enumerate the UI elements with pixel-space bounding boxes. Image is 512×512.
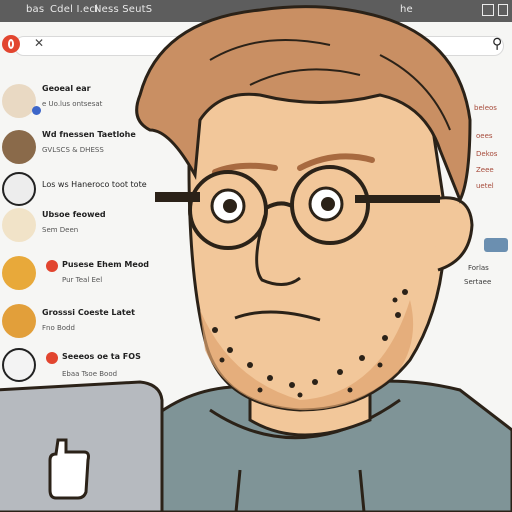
pupil-right bbox=[321, 197, 335, 211]
app-window: bas Cdel I.ecl Ness SeutS he ✕ ⚲ Geoeal … bbox=[0, 0, 512, 512]
person-illustration bbox=[0, 5, 512, 512]
pupil-left bbox=[223, 199, 237, 213]
